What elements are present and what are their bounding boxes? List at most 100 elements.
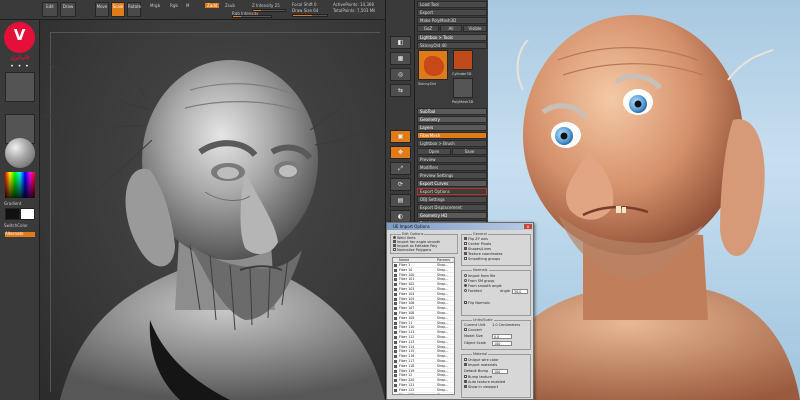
persp-button[interactable]: ◧ bbox=[390, 36, 411, 49]
frame-button[interactable]: ▣ bbox=[390, 130, 411, 143]
show-viewport-option[interactable]: Show in viewport bbox=[464, 385, 498, 390]
goz-button[interactable]: GoZ bbox=[417, 25, 439, 32]
list-item-checkbox[interactable] bbox=[394, 283, 397, 287]
list-item-checkbox[interactable] bbox=[394, 388, 397, 392]
list-item-checkbox[interactable] bbox=[394, 369, 397, 373]
list-item-checkbox[interactable] bbox=[394, 374, 397, 378]
floor-button[interactable]: ▦ bbox=[390, 52, 411, 65]
list-item-checkbox[interactable] bbox=[394, 273, 397, 277]
export-options-button[interactable]: Export Options bbox=[417, 188, 487, 195]
lightbox-tools-button[interactable]: Lightbox > Tools bbox=[417, 34, 487, 41]
list-item-checkbox[interactable] bbox=[394, 321, 397, 325]
normalize-option[interactable]: Normalize Polygons bbox=[393, 248, 431, 253]
model-size-field[interactable]: 0.0 bbox=[492, 334, 512, 339]
draw-size-slider[interactable] bbox=[292, 14, 328, 17]
palette-row[interactable]: Load Tool bbox=[417, 1, 487, 8]
unique-wire-checkbox[interactable] bbox=[464, 358, 467, 361]
move-button[interactable]: Move bbox=[95, 2, 109, 17]
from-angle-radio[interactable] bbox=[464, 284, 467, 287]
polyf-button[interactable]: ▤ bbox=[390, 194, 411, 207]
dialog-close-button[interactable]: x bbox=[524, 224, 532, 229]
export-displacement-button[interactable]: Export Displacement bbox=[417, 204, 487, 211]
list-item-checkbox[interactable] bbox=[394, 355, 397, 359]
import-flat-checkbox[interactable] bbox=[393, 240, 396, 243]
faceted-option[interactable]: Faceted bbox=[464, 289, 482, 294]
all-button[interactable]: All bbox=[440, 25, 462, 32]
import-materials-checkbox[interactable] bbox=[464, 363, 467, 366]
local-button[interactable]: ◎ bbox=[390, 68, 411, 81]
list-item-checkbox[interactable] bbox=[394, 292, 397, 296]
default-bump-field[interactable]: 100 bbox=[492, 369, 508, 374]
color-picker[interactable] bbox=[5, 172, 35, 198]
fibermesh-section[interactable]: FiberMesh bbox=[417, 132, 487, 139]
mrgb-toggle[interactable]: Mrgb bbox=[150, 3, 160, 8]
z-intensity-label[interactable]: Z Intensity 25 bbox=[252, 3, 280, 8]
list-item-checkbox[interactable] bbox=[394, 350, 397, 354]
palette-row[interactable]: Export bbox=[417, 9, 487, 16]
fiber-preview-button[interactable]: Preview bbox=[417, 156, 487, 163]
object-scale-field[interactable]: 100 bbox=[492, 341, 512, 346]
list-item[interactable]: Fiber 123 Shap... bbox=[393, 393, 454, 394]
edit-button[interactable]: Edit bbox=[42, 2, 58, 17]
list-item-checkbox[interactable] bbox=[394, 364, 397, 368]
list-item-checkbox[interactable] bbox=[394, 288, 397, 291]
list-item-checkbox[interactable] bbox=[394, 336, 397, 339]
list-item-checkbox[interactable] bbox=[394, 326, 397, 330]
list-item-checkbox[interactable] bbox=[394, 360, 397, 363]
from-file-radio[interactable] bbox=[464, 274, 467, 277]
flip-normals-option[interactable]: Flip Normals bbox=[464, 301, 490, 306]
subtool-section[interactable]: SubTool bbox=[417, 108, 487, 115]
focal-shift-label[interactable]: Focal Shift 0 bbox=[292, 2, 317, 7]
rgb-toggle[interactable]: Rgb bbox=[170, 3, 178, 8]
z-intensity-slider[interactable] bbox=[252, 9, 286, 12]
m-toggle[interactable]: M bbox=[186, 3, 189, 8]
tool-thumbnail[interactable] bbox=[418, 50, 448, 80]
flip-axis-checkbox[interactable] bbox=[464, 237, 467, 240]
main-color-swatch[interactable] bbox=[5, 208, 20, 220]
secondary-color-swatch[interactable] bbox=[20, 208, 35, 220]
gradient-label[interactable]: Gradient bbox=[4, 201, 21, 206]
angle-field[interactable]: 30.0 bbox=[512, 289, 528, 294]
current-tool-label[interactable]: SkinnyOld 40 bbox=[417, 42, 487, 49]
preview-settings-button[interactable]: Preview Settings bbox=[417, 172, 487, 179]
flip-normals-checkbox[interactable] bbox=[464, 301, 467, 304]
list-item-checkbox[interactable] bbox=[394, 331, 397, 335]
switch-color-label[interactable]: SwitchColor bbox=[4, 223, 28, 228]
dialog-title[interactable]: UE Import Options bbox=[387, 223, 533, 230]
list-item-checkbox[interactable] bbox=[394, 340, 397, 344]
object-list[interactable]: Name Params Fiber 1 Shap... Fiber 10 Shap..… bbox=[392, 257, 455, 395]
layers-section[interactable]: Layers bbox=[417, 124, 487, 131]
polymesh-thumbnail[interactable] bbox=[453, 78, 473, 98]
move-view-button[interactable]: ✥ bbox=[390, 146, 411, 159]
import-materials-option[interactable]: Import materials bbox=[464, 363, 497, 368]
cylinder-thumbnail[interactable] bbox=[453, 50, 473, 70]
list-item-checkbox[interactable] bbox=[394, 316, 397, 320]
smoothing-groups-option[interactable]: Smoothing groups bbox=[464, 257, 500, 262]
normalize-checkbox[interactable] bbox=[393, 248, 396, 251]
lsym-button[interactable]: ⇆ bbox=[390, 84, 411, 97]
convert-checkbox[interactable] bbox=[464, 328, 467, 331]
geometry-hd-section[interactable]: Geometry HD bbox=[417, 212, 487, 219]
brush-tile[interactable] bbox=[5, 72, 35, 102]
draw-size-label[interactable]: Draw Size 64 bbox=[292, 8, 318, 13]
visible-button[interactable]: Visible bbox=[463, 25, 487, 32]
center-pivots-checkbox[interactable] bbox=[464, 242, 467, 245]
rotate-button[interactable]: Rotate bbox=[127, 2, 141, 17]
lightbox-brush-button[interactable]: Lightbox > Brush bbox=[417, 140, 487, 147]
show-viewport-checkbox[interactable] bbox=[464, 385, 467, 388]
list-item-checkbox[interactable] bbox=[394, 268, 397, 272]
geometry-section[interactable]: Geometry bbox=[417, 116, 487, 123]
from-sm-radio[interactable] bbox=[464, 279, 467, 282]
list-item-checkbox[interactable] bbox=[394, 393, 397, 394]
bump-texture-checkbox[interactable] bbox=[464, 375, 467, 378]
list-item-checkbox[interactable] bbox=[394, 312, 397, 315]
editable-poly-checkbox[interactable] bbox=[393, 244, 396, 247]
modifiers-button[interactable]: Modifiers bbox=[417, 164, 487, 171]
open-button[interactable]: Open bbox=[417, 148, 451, 155]
shapes-lines-checkbox[interactable] bbox=[464, 247, 467, 250]
zsub-toggle[interactable]: Zsub bbox=[225, 3, 235, 8]
scale-button[interactable]: Scale bbox=[111, 2, 125, 17]
save-button[interactable]: Save bbox=[452, 148, 487, 155]
rotate-view-button[interactable]: ⟳ bbox=[390, 178, 411, 191]
sculpt-viewport[interactable] bbox=[40, 20, 385, 400]
